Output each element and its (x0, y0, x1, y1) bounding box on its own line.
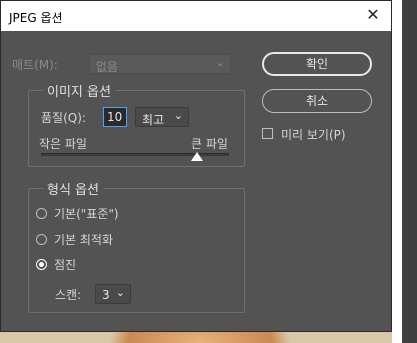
quality-preset-select[interactable]: 최고 ⌄ (135, 107, 189, 127)
close-icon[interactable]: ✕ (365, 7, 381, 23)
radio-baseline-optimized[interactable] (36, 234, 47, 245)
cancel-button[interactable]: 취소 (262, 89, 372, 113)
preview-label: 미리 보기(P) (281, 128, 346, 142)
radio-baseline-optimized-label: 기본 최적화 (54, 233, 114, 247)
ok-button[interactable]: 확인 (262, 52, 372, 76)
jpeg-options-dialog: JPEG 옵션 ✕ 매트(M): 없음 ⌄ 이미지 옵션 품질(Q): 10 최… (0, 0, 392, 332)
background-workspace (402, 0, 417, 343)
small-file-label: 작은 파일 (39, 137, 87, 151)
chevron-down-icon: ⌄ (215, 56, 225, 69)
title-bar: JPEG 옵션 ✕ (1, 1, 391, 31)
quality-input[interactable]: 10 (103, 107, 127, 127)
quality-label: 품질(Q): (41, 111, 86, 125)
matte-select-value: 없음 (96, 60, 119, 74)
dialog-title: JPEG 옵션 (9, 11, 63, 25)
quality-slider-thumb[interactable] (191, 152, 203, 161)
scan-label: 스캔: (55, 288, 82, 302)
format-options-legend: 형식 옵션 (43, 179, 103, 198)
chevron-down-icon: ⌄ (173, 109, 183, 122)
large-file-label: 큰 파일 (191, 137, 228, 151)
scan-select-value: 3 (102, 288, 110, 302)
image-options-legend: 이미지 옵션 (43, 81, 115, 100)
chevron-down-icon: ⌄ (115, 286, 125, 299)
radio-baseline-standard[interactable] (36, 208, 47, 219)
radio-baseline-standard-label: 기본("표준") (54, 207, 119, 221)
background-strip (392, 0, 402, 343)
radio-progressive-label: 점진 (54, 258, 77, 272)
matte-select[interactable]: 없음 ⌄ (89, 54, 231, 74)
scan-select[interactable]: 3 ⌄ (95, 284, 131, 304)
radio-progressive[interactable] (36, 259, 47, 270)
quality-preset-value: 최고 (142, 113, 165, 127)
matte-label: 매트(M): (12, 58, 58, 72)
preview-checkbox[interactable] (262, 128, 273, 139)
